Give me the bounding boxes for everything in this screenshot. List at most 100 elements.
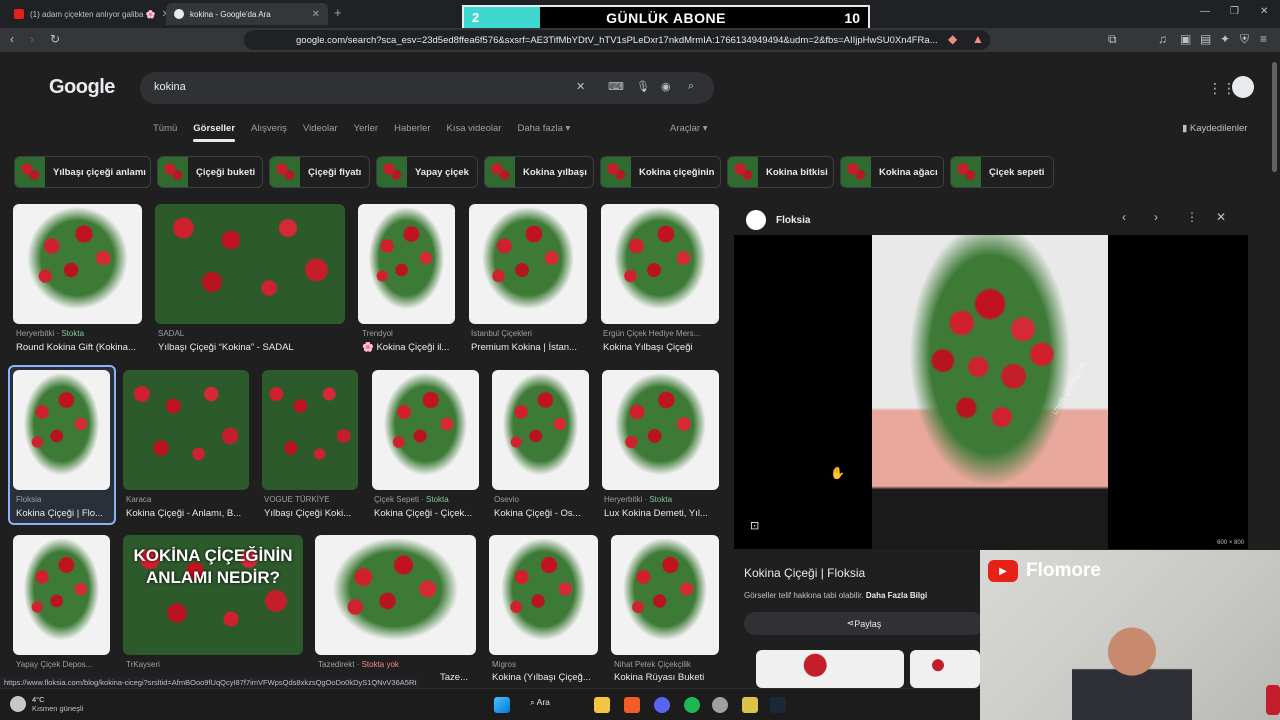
result-title[interactable]: Premium Kokina | İstan... <box>471 342 587 353</box>
chip[interactable]: Kokina çiçeğinin <box>600 156 721 188</box>
result-title[interactable]: 🌸 Kokina Çiçeği il... <box>362 342 455 353</box>
start-icon[interactable] <box>494 697 510 713</box>
lens-search-icon[interactable]: ⊡ <box>750 519 759 532</box>
result-title[interactable]: Kokina Rüyası Buketi <box>614 672 719 683</box>
tab-shopping[interactable]: Alışveriş <box>251 123 287 134</box>
result-source[interactable]: İstanbul Çiçekleri <box>471 329 587 338</box>
tab-news[interactable]: Haberler <box>394 123 430 134</box>
result-title[interactable]: Yılbaşı Çiçeği Koki... <box>264 508 358 519</box>
vpn-icon[interactable]: ⛨ <box>1240 32 1249 47</box>
tools-button[interactable]: Araçlar ▾ <box>670 123 708 134</box>
result-image[interactable] <box>13 204 142 324</box>
preview-title[interactable]: Kokina Çiçeği | Floksia <box>744 566 865 580</box>
keyboard-icon[interactable]: ⌨ <box>608 80 624 93</box>
taskbar-search[interactable]: ⌕ Ara <box>530 697 550 708</box>
result-title[interactable]: Round Kokina Gift (Kokina... <box>16 342 142 353</box>
close-window-icon[interactable]: ✕ <box>1260 6 1268 17</box>
prev-icon[interactable]: ‹ <box>1122 210 1126 224</box>
close-tab-icon[interactable]: ✕ <box>156 9 166 20</box>
result-source[interactable]: Ergün Çiçek Hediye Mers... <box>603 329 719 338</box>
reload-icon[interactable]: ↻ <box>50 32 60 46</box>
image-viewer[interactable]: İZMİR ÇİÇEKÇİLİK ⊡ 600 × 800 <box>734 235 1248 549</box>
extensions-icon[interactable]: ⧉ <box>1108 32 1117 47</box>
discord-icon[interactable] <box>654 697 670 713</box>
result-title[interactable]: Kokina Çiçeği - Anlamı, B... <box>126 508 249 519</box>
preview-image[interactable]: İZMİR ÇİÇEKÇİLİK <box>872 235 1108 549</box>
tab-youtube[interactable]: (1) adam çiçekten anlıyor galiba 🌸 ✕ <box>6 3 166 25</box>
tab-all[interactable]: Tümü <box>153 123 177 134</box>
chip[interactable]: Kokina bitkisi <box>727 156 834 188</box>
wallet-icon[interactable]: ▤ <box>1200 32 1211 46</box>
result-title[interactable]: Yılbaşı Çiçeği “Kokina” - SADAL <box>158 342 344 353</box>
result-image[interactable] <box>262 370 358 490</box>
result-title[interactable]: Kokina Çiçeği - Os... <box>494 508 589 519</box>
brave-shield-icon[interactable]: ◆ <box>948 32 957 46</box>
search-icon[interactable]: ⌕ <box>688 80 694 93</box>
more-options-icon[interactable]: ⋮ <box>1186 210 1198 224</box>
steam-icon[interactable] <box>770 697 786 713</box>
result-image[interactable] <box>492 370 589 490</box>
result-source[interactable]: SADAL <box>158 329 344 338</box>
chip[interactable]: Çiçek sepeti <box>950 156 1054 188</box>
address-bar[interactable]: google.com/search?sca_esv=23d5ed8ffea6f5… <box>244 30 990 50</box>
brave-icon[interactable] <box>624 697 640 713</box>
more-info-link[interactable]: Daha Fazla Bilgi <box>866 591 927 600</box>
spotify-icon[interactable] <box>684 697 700 713</box>
result-image[interactable] <box>315 535 476 655</box>
google-logo[interactable]: Google <box>49 76 115 99</box>
media-icon[interactable]: ♫ <box>1158 32 1167 46</box>
related-image[interactable] <box>910 650 980 688</box>
result-source[interactable]: TrKayseri <box>126 660 301 669</box>
tab-short-videos[interactable]: Kısa videolar <box>447 123 502 134</box>
clear-icon[interactable]: ✕ <box>576 80 585 93</box>
result-source[interactable]: Heryerbitki · Stokta <box>604 495 719 504</box>
tab-more[interactable]: Daha fazla ▾ <box>517 123 570 134</box>
chip[interactable]: Kokina ağacı <box>840 156 944 188</box>
file-explorer-icon[interactable] <box>594 697 610 713</box>
result-image[interactable] <box>13 370 110 490</box>
leo-icon[interactable]: ✦ <box>1220 32 1230 46</box>
result-image[interactable]: KOKİNA ÇİÇEĞİNİN ANLAMI NEDİR? <box>123 535 303 655</box>
result-image[interactable] <box>601 204 719 324</box>
result-source[interactable]: Osevio <box>494 495 589 504</box>
search-input[interactable]: kokina <box>154 81 186 93</box>
scrollbar-thumb[interactable] <box>1272 62 1277 172</box>
weather-widget[interactable]: 4°C Kısmen güneşli <box>10 695 83 713</box>
tab-images[interactable]: Görseller <box>193 123 235 142</box>
result-source[interactable]: Karaca <box>126 495 249 504</box>
back-icon[interactable]: ‹ <box>10 32 14 46</box>
chip[interactable]: Kokina yılbaşı <box>484 156 594 188</box>
result-source[interactable]: Heryerbitki · Stokta <box>16 329 142 338</box>
rewards-icon[interactable]: ▲ <box>972 32 984 46</box>
chip[interactable]: Yılbaşı çiçeği anlamı <box>14 156 151 188</box>
related-image[interactable] <box>756 650 904 688</box>
chip[interactable]: Yapay çiçek <box>376 156 478 188</box>
result-source[interactable]: VOGUE TÜRKİYE <box>264 495 358 504</box>
result-title[interactable]: Lux Kokina Demeti, Yıl... <box>604 508 719 519</box>
close-icon[interactable]: ✕ <box>1216 210 1226 224</box>
result-title[interactable]: Kokina (Yılbaşı Çiçeğ... <box>492 672 598 683</box>
result-image[interactable] <box>372 370 479 490</box>
result-title[interactable]: Kokina Yılbaşı Çiçeği <box>603 342 719 353</box>
result-source[interactable]: Tazedirekt · Stokta yok <box>318 660 476 669</box>
result-title[interactable]: Kokina Çiçeği | Flo... <box>16 508 111 519</box>
result-image[interactable] <box>123 370 249 490</box>
result-source[interactable]: Çiçek Sepeti · Stokta <box>374 495 479 504</box>
result-image[interactable] <box>602 370 719 490</box>
menu-icon[interactable]: ≡ <box>1260 32 1267 46</box>
result-image[interactable] <box>155 204 345 324</box>
tab-places[interactable]: Yerler <box>354 123 378 134</box>
result-image[interactable] <box>489 535 598 655</box>
close-tab-icon[interactable]: ✕ <box>306 9 320 20</box>
share-button[interactable]: ⋖ Paylaş <box>744 612 984 635</box>
lens-icon[interactable]: ◉ <box>661 80 671 93</box>
result-source[interactable]: Yapay Çiçek Depos... <box>16 660 111 669</box>
result-source[interactable]: Nihat Petek Çiçekçilik <box>614 660 719 669</box>
mic-icon[interactable]: 🎙 <box>636 80 650 93</box>
forward-icon[interactable]: › <box>30 32 34 46</box>
result-title[interactable]: Taze... <box>440 672 476 683</box>
result-image[interactable] <box>358 204 455 324</box>
maximize-icon[interactable]: ❐ <box>1230 6 1239 17</box>
minimize-icon[interactable]: — <box>1200 6 1210 17</box>
avatar[interactable] <box>1232 76 1254 98</box>
